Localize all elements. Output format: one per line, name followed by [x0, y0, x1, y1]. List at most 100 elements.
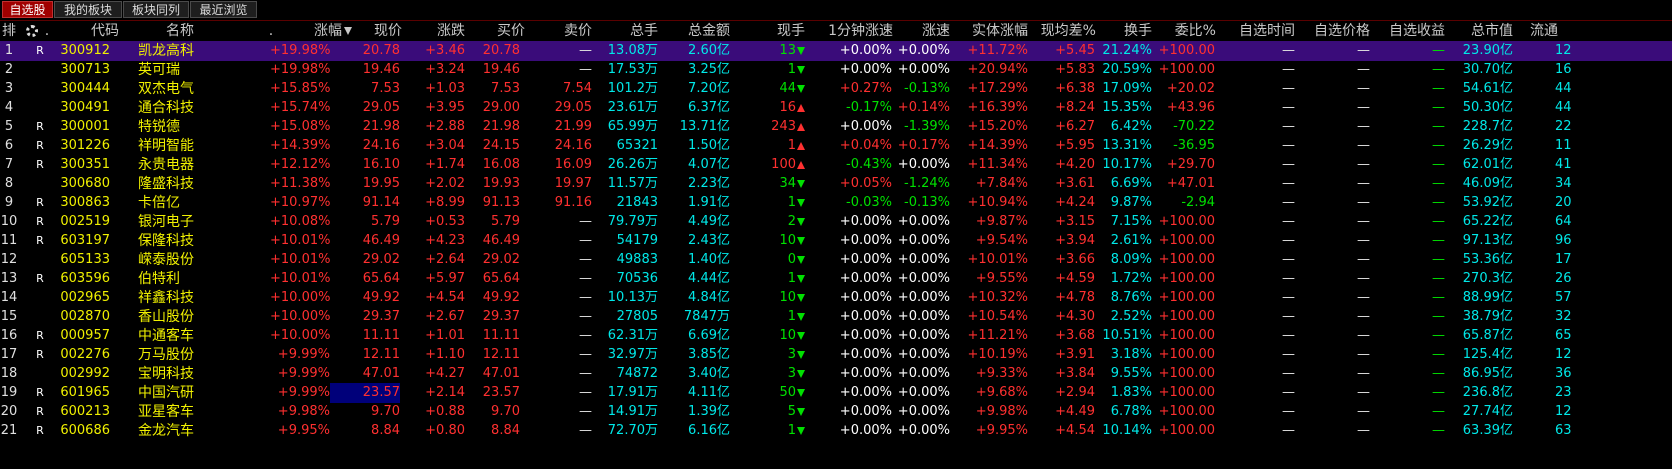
cell-price: 5.79: [371, 214, 400, 229]
cell-market-cap: 97.13亿: [1462, 233, 1513, 248]
table-row[interactable]: 9 R 300863 卡倍亿 +10.97% 91.14 +8.99 91.13 91.16 21…: [0, 193, 1672, 213]
table-row[interactable]: 20 R 600213 亚星客车 +9.98% 9.70 +0.88 9.70 — 14.91万 1…: [0, 402, 1672, 422]
cell-order-ratio: +43.96: [1166, 100, 1215, 115]
cell-volume: 14.91万: [607, 404, 658, 419]
arrow-down-icon: [797, 46, 805, 55]
cell-body-change: +11.72%: [967, 43, 1028, 58]
cell-bid-price: 46.49: [482, 233, 520, 248]
cell-order-ratio: +100.00: [1158, 328, 1215, 343]
header-volume[interactable]: 总手: [600, 21, 658, 41]
header-ask[interactable]: 卖价: [540, 21, 592, 41]
arrow-down-icon: [797, 255, 805, 264]
header-change[interactable]: 涨跌: [410, 21, 465, 41]
table-row[interactable]: 7 R 300351 永贵电器 +12.12% 16.10 +1.74 16.08 16.09 2…: [0, 155, 1672, 175]
cell-bid-price: 47.01: [482, 366, 520, 381]
cell-avg-diff: +4.24: [1055, 195, 1095, 210]
cell-stock-code: 300912: [60, 43, 110, 58]
cell-body-change: +9.33%: [975, 366, 1028, 381]
table-row[interactable]: 14 002965 祥鑫科技 +10.00% 49.92 +4.54 49.92 — 10.13…: [0, 288, 1672, 308]
header-code[interactable]: 代码: [60, 21, 150, 41]
cell-stock-name: 嵘泰股份: [138, 252, 194, 268]
cell-ask-price: 91.16: [554, 195, 592, 210]
cell-price: 21.98: [362, 119, 400, 134]
header-turnover[interactable]: 换手: [1100, 21, 1152, 41]
cell-bid-price: 65.64: [482, 271, 520, 286]
current-volume-value: 16: [779, 100, 796, 115]
header-body-change[interactable]: 实体涨幅: [955, 21, 1028, 41]
header-amount[interactable]: 总金额: [670, 21, 730, 41]
table-row[interactable]: 17 R 002276 万马股份 +9.99% 12.11 +1.10 12.11 — 32.97…: [0, 345, 1672, 365]
cell-financing-flag: R: [36, 329, 44, 342]
cell-order-ratio: +100.00: [1158, 290, 1215, 305]
cell-row-index: 8: [4, 176, 14, 191]
table-row[interactable]: 19 R 601965 中国汽研 +9.99% 23.57 +2.14 23.57—17.91…: [0, 383, 1672, 403]
table-row[interactable]: 21 R 600686 金龙汽车 +9.95% 8.84 +0.80 8.84 — 72.70万 6…: [0, 421, 1672, 441]
cell-bid-price: 19.93: [482, 176, 520, 191]
table-row[interactable]: 6 R 301226 祥明智能 +14.39% 24.16 +3.04 24.15 24.16 6…: [0, 136, 1672, 156]
cell-turnover: 10.17%: [1102, 157, 1152, 172]
arrow-down-icon: [797, 350, 805, 359]
cell-avg-diff: +3.15: [1055, 214, 1095, 229]
cell-float-cap: 32: [1555, 309, 1572, 324]
cell-turnover: 9.55%: [1110, 366, 1152, 381]
tab-watchlist[interactable]: 自选股: [2, 1, 53, 18]
tab-sector-peers[interactable]: 板块同列: [123, 1, 189, 18]
header-watch-time[interactable]: 自选时间: [1225, 21, 1295, 41]
cell-bid-price: 91.13: [482, 195, 520, 210]
cell-stock-name: 通合科技: [138, 100, 194, 116]
cell-watch-return: —: [1432, 404, 1445, 419]
cell-body-change: +11.21%: [967, 328, 1028, 343]
table-row[interactable]: 2 300713 英可瑞 +19.98% 19.46 +3.24 19.46 — 17.53万 3…: [0, 60, 1672, 80]
cell-turnover: 20.59%: [1102, 62, 1152, 77]
header-price[interactable]: 现价: [340, 21, 402, 41]
table-row[interactable]: 3 300444 双杰电气 +15.85% 7.53 +1.03 7.53 7.54 101.2…: [0, 79, 1672, 99]
table-row[interactable]: 1 R 300912 凯龙高科 +19.98% 20.78 +3.46 20.78 — 13.08…: [0, 41, 1672, 61]
table-row[interactable]: 5 R 300001 特锐德 +15.08% 21.98 +2.88 21.98 21.99 65…: [0, 117, 1672, 137]
cell-current-volume: 50: [750, 383, 805, 403]
cell-row-index: 4: [4, 100, 14, 115]
header-current-volume[interactable]: 现手: [750, 21, 805, 41]
cell-float-cap: 34: [1555, 176, 1572, 191]
table-row[interactable]: 16 R 000957 中通客车 +10.00% 11.11 +1.01 11.11 — 62.3…: [0, 326, 1672, 346]
tab-recent[interactable]: 最近浏览: [190, 1, 257, 18]
table-row[interactable]: 10 R 002519 银河电子 +10.08% 5.79 +0.53 5.79 — 79.79万…: [0, 212, 1672, 232]
cell-body-change: +10.94%: [967, 195, 1028, 210]
cell-stock-name: 永贵电器: [138, 157, 194, 173]
header-name[interactable]: 名称: [140, 21, 220, 41]
arrow-down-icon: [797, 426, 805, 435]
table-row[interactable]: 18 002992 宝明科技 +9.99% 47.01 +4.27 47.01 — 74872 3…: [0, 364, 1672, 384]
settings-gear-icon[interactable]: [20, 21, 44, 41]
cell-current-volume: 44: [750, 79, 805, 99]
cell-order-ratio: +100.00: [1158, 252, 1215, 267]
table-row[interactable]: 11 R 603197 保隆科技 +10.01% 46.49 +4.23 46.49 — 5417…: [0, 231, 1672, 251]
table-row[interactable]: 12 605133 嵘泰股份 +10.01% 29.02 +2.64 29.02 — 49883…: [0, 250, 1672, 270]
cell-row-index: 14: [0, 290, 18, 305]
table-row[interactable]: 4 300491 通合科技 +15.74% 29.05 +3.95 29.00 29.05 23…: [0, 98, 1672, 118]
cell-stock-name: 中通客车: [138, 328, 194, 344]
cell-watch-return: —: [1432, 138, 1445, 153]
cell-watch-time: —: [1282, 309, 1295, 324]
header-avg-diff[interactable]: 现均差%: [1030, 21, 1096, 41]
cell-turnover: 2.61%: [1110, 233, 1152, 248]
table-row[interactable]: 15 002870 香山股份 +10.00% 29.37 +2.67 29.37 — 27805…: [0, 307, 1672, 327]
table-row[interactable]: 13 R 603596 伯特利 +10.01% 65.64 +5.97 65.64 — 70536…: [0, 269, 1672, 289]
header-watch-price[interactable]: 自选价格: [1300, 21, 1370, 41]
cell-change-pct: +10.00%: [270, 309, 330, 324]
header-float[interactable]: 流通: [1530, 21, 1672, 41]
header-market-cap[interactable]: 总市值: [1458, 21, 1513, 41]
header-speed[interactable]: 涨速: [895, 21, 950, 41]
cell-one-min-speed: +0.00%: [839, 252, 892, 267]
table-row[interactable]: 8 300680 隆盛科技 +11.38% 19.95 +2.02 19.93 19.97 11…: [0, 174, 1672, 194]
cell-avg-diff: +8.24: [1055, 100, 1095, 115]
header-sort-index[interactable]: 排: [0, 21, 18, 41]
cell-body-change: +14.39%: [967, 138, 1028, 153]
header-watch-return[interactable]: 自选收益: [1375, 21, 1445, 41]
header-1min-speed[interactable]: 1分钟涨速: [805, 21, 893, 41]
cell-watch-return: —: [1432, 385, 1445, 400]
cell-change-pct: +12.12%: [270, 157, 330, 172]
tab-my-sectors[interactable]: 我的板块: [54, 1, 122, 18]
header-order-ratio[interactable]: 委比%: [1155, 21, 1216, 41]
cell-watch-time: —: [1282, 347, 1295, 362]
header-bid[interactable]: 买价: [470, 21, 525, 41]
cell-body-change: +9.95%: [975, 423, 1028, 438]
